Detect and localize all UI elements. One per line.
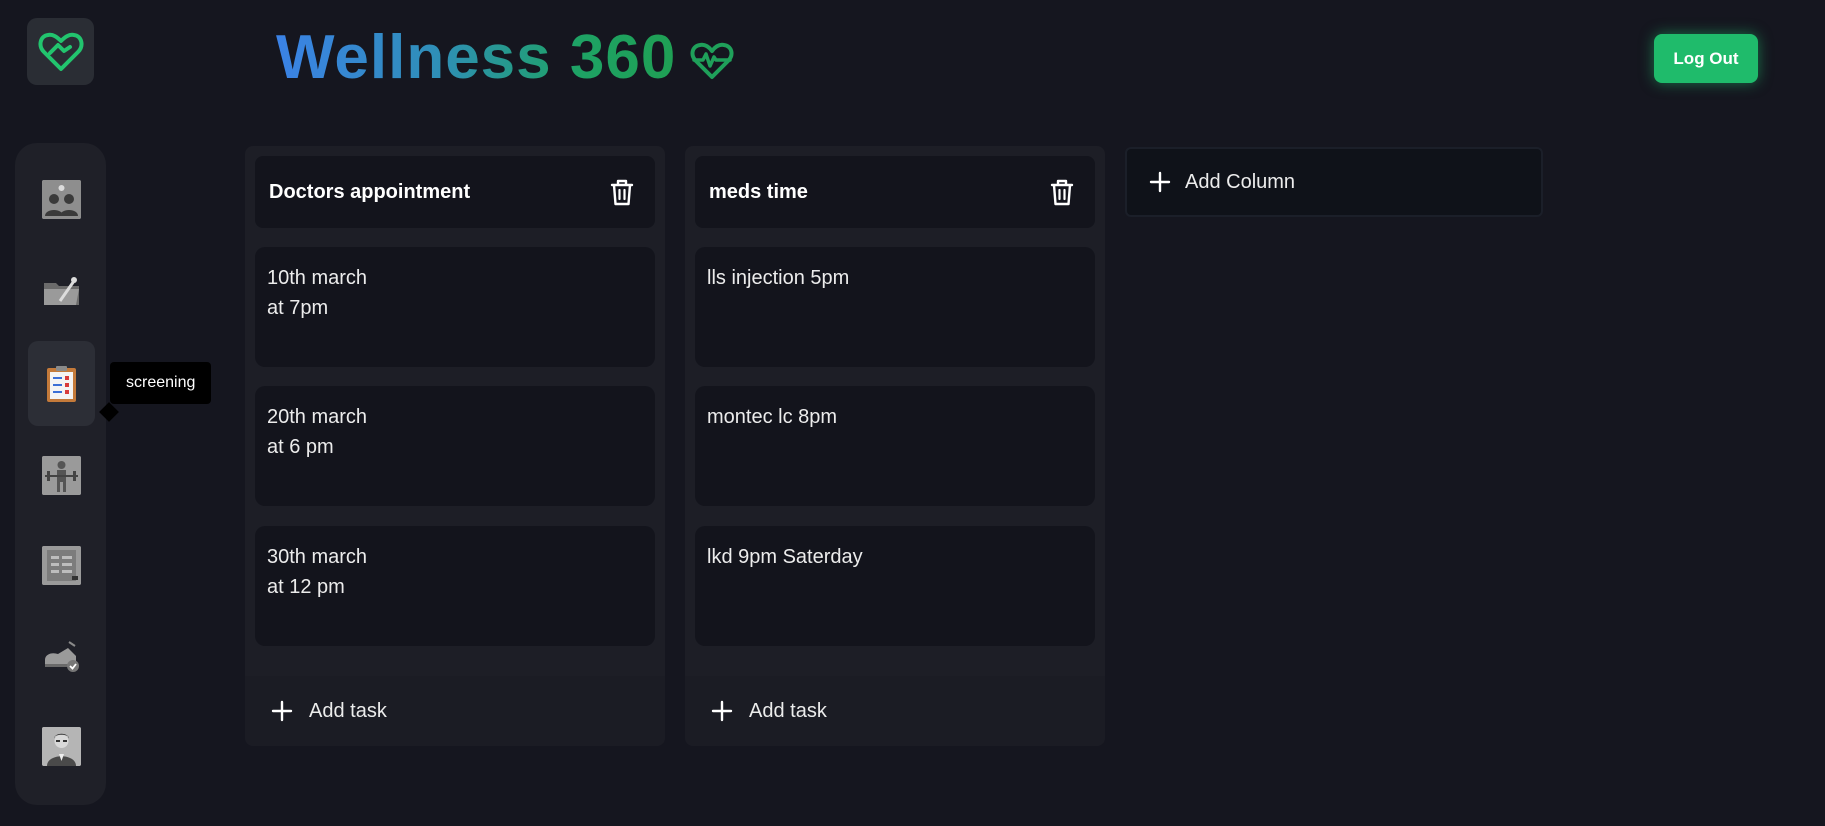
add-task-button[interactable]: Add task — [685, 676, 1105, 746]
add-task-label: Add task — [749, 699, 827, 722]
sidebar-item-reports[interactable] — [28, 523, 95, 608]
board-column: Doctors appointment 10th march at 7pm 20… — [245, 146, 665, 746]
add-task-label: Add task — [309, 699, 387, 722]
task-text: lls injection 5pm — [707, 267, 850, 289]
add-column-button[interactable]: Add Column — [1125, 147, 1543, 217]
trash-icon[interactable] — [1049, 178, 1075, 206]
column-title[interactable]: meds time — [709, 181, 808, 204]
sidebar — [15, 143, 106, 805]
board-column: meds time lls injection 5pm montec lc 8p… — [685, 146, 1105, 746]
task-text: montec lc 8pm — [707, 406, 838, 428]
app-logo[interactable] — [27, 18, 94, 85]
page-title: Wellness 360 — [276, 23, 677, 92]
sidebar-item-team[interactable] — [28, 157, 95, 242]
logout-button[interactable]: Log Out — [1654, 34, 1758, 83]
task-card[interactable]: 30th march at 12 pm — [255, 526, 655, 646]
column-header[interactable]: meds time — [695, 156, 1095, 228]
page-title-group: Wellness 360 — [276, 22, 734, 94]
task-text: 20th march at 6 pm — [267, 406, 368, 458]
column-header[interactable]: Doctors appointment — [255, 156, 655, 228]
task-card[interactable]: 10th march at 7pm — [255, 247, 655, 367]
sidebar-tooltip: screening — [110, 362, 212, 404]
add-column-label: Add Column — [1185, 170, 1296, 193]
sidebar-item-profile[interactable] — [28, 704, 95, 789]
column-title[interactable]: Doctors appointment — [269, 181, 470, 204]
task-text: 30th march at 12 pm — [267, 546, 368, 598]
task-card[interactable]: lls injection 5pm — [695, 247, 1095, 367]
heart-handshake-icon — [38, 32, 83, 71]
task-card[interactable]: 20th march at 6 pm — [255, 386, 655, 506]
document-list-icon — [42, 546, 81, 585]
task-card[interactable]: montec lc 8pm — [695, 386, 1095, 506]
task-text: 10th march at 7pm — [267, 267, 368, 319]
plus-icon — [1149, 171, 1171, 193]
shoe-icon — [42, 636, 81, 675]
fitness-icon — [42, 456, 81, 495]
sidebar-item-records[interactable] — [28, 248, 95, 333]
add-task-button[interactable]: Add task — [245, 676, 665, 746]
doctor-avatar-icon — [42, 727, 81, 766]
task-text: lkd 9pm Saterday — [707, 546, 863, 568]
clipboard-checklist-icon — [42, 364, 81, 403]
sidebar-item-activity[interactable] — [28, 613, 95, 698]
heart-pulse-icon — [690, 42, 734, 79]
team-icon — [42, 180, 81, 219]
task-card[interactable]: lkd 9pm Saterday — [695, 526, 1095, 646]
plus-icon — [271, 700, 293, 722]
sidebar-item-fitness[interactable] — [28, 433, 95, 518]
folder-tools-icon — [42, 271, 81, 310]
trash-icon[interactable] — [609, 178, 635, 206]
sidebar-item-screening[interactable] — [28, 341, 95, 426]
plus-icon — [711, 700, 733, 722]
